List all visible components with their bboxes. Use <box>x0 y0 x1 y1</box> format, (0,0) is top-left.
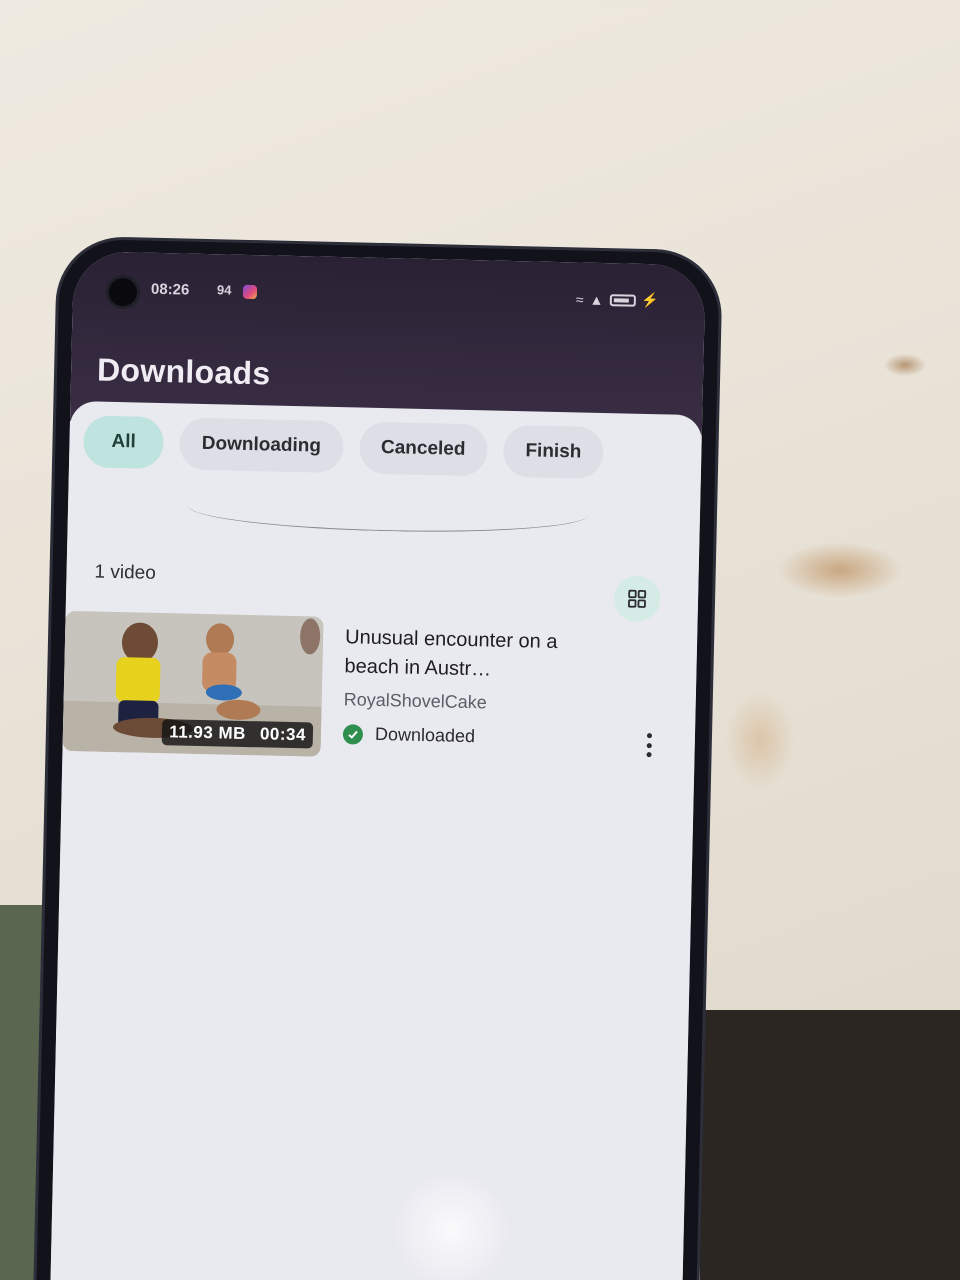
more-options-icon[interactable] <box>638 730 659 760</box>
video-thumbnail[interactable]: 11.93 MB 00:34 <box>62 610 324 757</box>
wifi-icon: ≈ <box>575 290 584 308</box>
charging-icon: ⚡ <box>641 291 660 309</box>
list-item[interactable]: 11.93 MB 00:34 Unusual encounter on a bea… <box>62 610 697 775</box>
status-label: Downloaded <box>374 723 476 747</box>
video-duration: 00:34 <box>259 724 307 745</box>
battery-icon <box>609 293 636 307</box>
check-circle-icon <box>342 723 364 745</box>
status-network-speed: 94 <box>216 282 232 298</box>
tab-downloading[interactable]: Downloading <box>179 417 344 474</box>
front-camera <box>108 277 138 307</box>
screen-crack <box>187 485 589 536</box>
grid-view-icon <box>628 589 647 608</box>
signal-icon: ▲ <box>589 291 604 308</box>
file-size: 11.93 MB <box>168 722 247 743</box>
tab-canceled[interactable]: Canceled <box>358 421 489 477</box>
downloads-panel: All Downloading Canceled Finish 1 video <box>50 400 703 1280</box>
desk-shadow <box>700 1010 960 1280</box>
status-time: 08:26 <box>150 280 190 299</box>
tab-all[interactable]: All <box>82 415 165 470</box>
channel-name: RoyalShovelCake <box>343 689 488 713</box>
video-count: 1 video <box>94 561 157 584</box>
video-title[interactable]: Unusual encounter on a beach in Austr… <box>344 623 565 686</box>
filter-tabs: All Downloading Canceled Finish <box>82 415 702 485</box>
page-title: Downloads <box>96 351 271 392</box>
thumbnail-badge: 11.93 MB 00:34 <box>161 719 314 749</box>
status-icons: ≈ ▲ ⚡ <box>576 290 659 309</box>
tab-finished[interactable]: Finish <box>502 424 604 480</box>
view-toggle-button[interactable] <box>613 575 661 623</box>
phone-screen: 08:26 94 ≈ ▲ ⚡ Downloads All Downloading… <box>50 250 706 1280</box>
phone-device: 08:26 94 ≈ ▲ ⚡ Downloads All Downloading… <box>36 238 720 1280</box>
notification-app-icon <box>242 284 258 300</box>
screen-glare <box>390 1168 514 1280</box>
download-status: Downloaded <box>342 723 476 747</box>
